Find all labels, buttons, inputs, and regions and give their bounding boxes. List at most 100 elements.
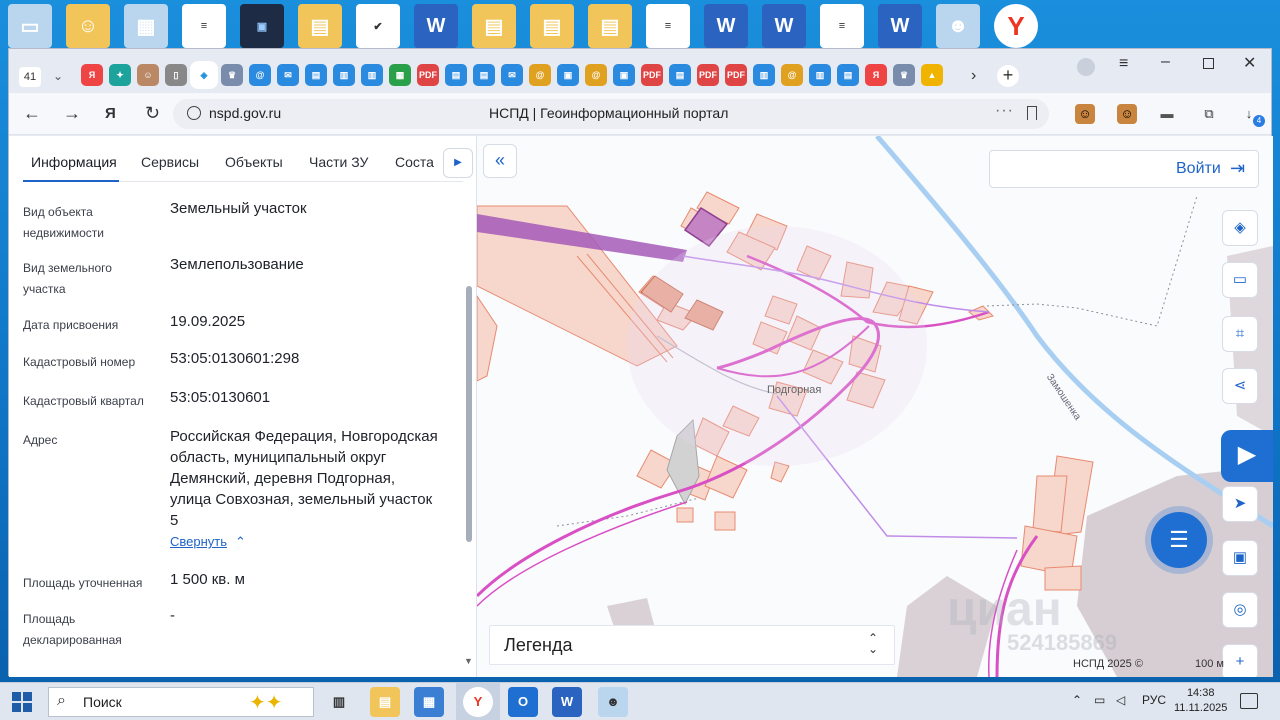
user-folder-icon[interactable]: ☺ — [66, 4, 110, 48]
doc-tab-icon[interactable]: ▥ — [809, 64, 831, 86]
close-button[interactable]: ✕ — [1243, 53, 1256, 73]
extensions-icon[interactable]: ⧉ — [1199, 104, 1219, 124]
service-tab-icon[interactable]: ✦ — [109, 64, 131, 86]
notifications-icon[interactable] — [1240, 693, 1258, 709]
mail-tab-icon[interactable]: @ — [529, 64, 551, 86]
language-indicator[interactable]: РУС — [1142, 693, 1166, 707]
store-icon[interactable]: ▦ — [414, 687, 444, 717]
image-tab-icon[interactable]: ▣ — [613, 64, 635, 86]
pdf-tab-icon[interactable]: PDF — [417, 64, 439, 86]
doc-tab-icon[interactable]: ▥ — [753, 64, 775, 86]
word-icon[interactable]: W — [762, 4, 806, 48]
doc-tab-icon[interactable]: ▤ — [445, 64, 467, 86]
forward-icon[interactable]: → — [63, 103, 81, 124]
bookmark-icon[interactable] — [1027, 106, 1037, 120]
yandex-icon[interactable]: Y — [994, 4, 1038, 48]
outlook-icon[interactable]: O — [508, 687, 538, 717]
folder-icon[interactable]: ▤ — [530, 4, 574, 48]
ruler-icon[interactable]: ▭ — [1222, 262, 1258, 298]
menu-icon[interactable]: ≡ — [1119, 55, 1128, 73]
nspd-service-icon[interactable]: ▶ — [1221, 430, 1273, 482]
map-canvas[interactable]: Подгорная Замошенка циан 524185869 « Вой… — [477, 136, 1273, 677]
map-tab-icon[interactable]: ▲ — [921, 64, 943, 86]
site-info-icon[interactable] — [187, 106, 201, 120]
media-icon[interactable]: ▣ — [240, 4, 284, 48]
word-icon[interactable]: W — [878, 4, 922, 48]
avatar-icon[interactable]: ☻ — [936, 4, 980, 48]
avatar-app-icon[interactable]: ☻ — [598, 687, 628, 717]
avatar-tab-icon[interactable]: ☺ — [137, 64, 159, 86]
tab-services[interactable]: Сервисы — [141, 154, 199, 170]
green-tab-icon[interactable]: ▦ — [389, 64, 411, 86]
document-tab-icon[interactable]: ▯ — [165, 64, 187, 86]
document-icon[interactable]: ≡ — [646, 4, 690, 48]
computer-icon[interactable]: ▭ — [8, 4, 52, 48]
mail-tab-icon[interactable]: ✉ — [501, 64, 523, 86]
image-tab-icon[interactable]: ▣ — [557, 64, 579, 86]
zoom-in-button[interactable]: + — [1222, 644, 1258, 677]
profile-icon[interactable] — [1077, 58, 1095, 76]
doc-tab-icon[interactable]: ▤ — [837, 64, 859, 86]
url-field[interactable]: nspd.gov.ru НСПД | Геоинформационный пор… — [173, 99, 1049, 129]
extension-icon[interactable]: ☺ — [1117, 104, 1137, 124]
extension-icon[interactable]: ☺ — [1075, 104, 1095, 124]
tab-information[interactable]: Информация — [31, 154, 117, 170]
chat-button[interactable]: ☰ — [1151, 512, 1207, 568]
pdf-tab-icon[interactable]: PDF — [641, 64, 663, 86]
share-icon[interactable]: ⋖ — [1222, 368, 1258, 404]
folder-icon[interactable]: ▤ — [588, 4, 632, 48]
doc-tab-icon[interactable]: ▥ — [333, 64, 355, 86]
app-icon[interactable]: ✔ — [356, 4, 400, 48]
extension-icon[interactable]: ▬ — [1157, 104, 1177, 124]
mail-tab-icon[interactable]: @ — [585, 64, 607, 86]
taskbar-search[interactable]: ⌕ Поиск ✦✦ — [48, 687, 314, 717]
pdf-tab-icon[interactable]: PDF — [697, 64, 719, 86]
folder-icon[interactable]: ▤ — [298, 4, 342, 48]
mail-tab-icon[interactable]: @ — [781, 64, 803, 86]
tab-composition[interactable]: Соста — [395, 154, 434, 170]
word-icon[interactable]: W — [552, 687, 582, 717]
tray-chevron-icon[interactable]: ⌃ — [1072, 693, 1082, 707]
doc-tab-icon[interactable]: ▤ — [669, 64, 691, 86]
emblem-tab-icon[interactable]: ♛ — [893, 64, 915, 86]
maximize-button[interactable] — [1203, 58, 1214, 69]
doc-tab-icon[interactable]: ▤ — [305, 64, 327, 86]
doc-tab-icon[interactable]: ▤ — [473, 64, 495, 86]
location-icon[interactable]: ◎ — [1222, 592, 1258, 628]
network-icon[interactable]: ▭ — [1094, 693, 1105, 707]
reload-icon[interactable]: ↻ — [145, 103, 160, 124]
yandex-tab-icon[interactable]: Я — [865, 64, 887, 86]
clock[interactable]: 14:38 11.11.2025 — [1174, 686, 1227, 716]
yandex-tab-icon[interactable]: Я — [81, 64, 103, 86]
tabs-scroll-right-button[interactable]: ▶ — [443, 148, 473, 178]
windows-start-icon[interactable] — [12, 692, 32, 712]
chevron-down-icon[interactable]: ⌄ — [53, 69, 63, 83]
mail-tab-icon[interactable]: ✉ — [277, 64, 299, 86]
scrollbar-thumb[interactable] — [466, 286, 472, 542]
emblem-tab-icon[interactable]: ♛ — [221, 64, 243, 86]
document-icon[interactable]: ≡ — [820, 4, 864, 48]
mail-tab-icon[interactable]: @ — [249, 64, 271, 86]
select-area-icon[interactable]: ⌗ — [1222, 316, 1258, 352]
chevron-right-icon[interactable]: › — [971, 67, 976, 85]
nspd-tab-icon[interactable]: ◈ — [193, 64, 215, 86]
screen-icon[interactable]: ▣ — [1222, 540, 1258, 576]
volume-icon[interactable]: ◁ — [1116, 693, 1125, 707]
new-tab-button[interactable]: + — [997, 65, 1019, 87]
scroll-down-icon[interactable]: ▼ — [464, 656, 473, 666]
minimize-button[interactable]: – — [1161, 53, 1170, 71]
yandex-icon[interactable]: Я — [105, 105, 116, 122]
layers-icon[interactable]: ◈ — [1222, 210, 1258, 246]
login-button[interactable]: Войти ⇥ — [989, 150, 1259, 188]
more-icon[interactable]: ··· — [995, 102, 1014, 120]
folder-icon[interactable]: ▤ — [472, 4, 516, 48]
legend-panel[interactable]: Легенда ⌃ ⌄ — [489, 625, 895, 665]
tab-objects[interactable]: Объекты — [225, 154, 283, 170]
word-icon[interactable]: W — [414, 4, 458, 48]
collapse-link[interactable]: Свернуть ⌃ — [170, 534, 246, 550]
presentation-icon[interactable]: ▦ — [124, 4, 168, 48]
navigate-icon[interactable]: ➤ — [1222, 486, 1258, 522]
yandex-browser-icon[interactable]: Y — [463, 687, 493, 717]
tab-parcel-parts[interactable]: Части ЗУ — [309, 154, 368, 170]
tab-counter[interactable]: 41 — [19, 67, 41, 87]
